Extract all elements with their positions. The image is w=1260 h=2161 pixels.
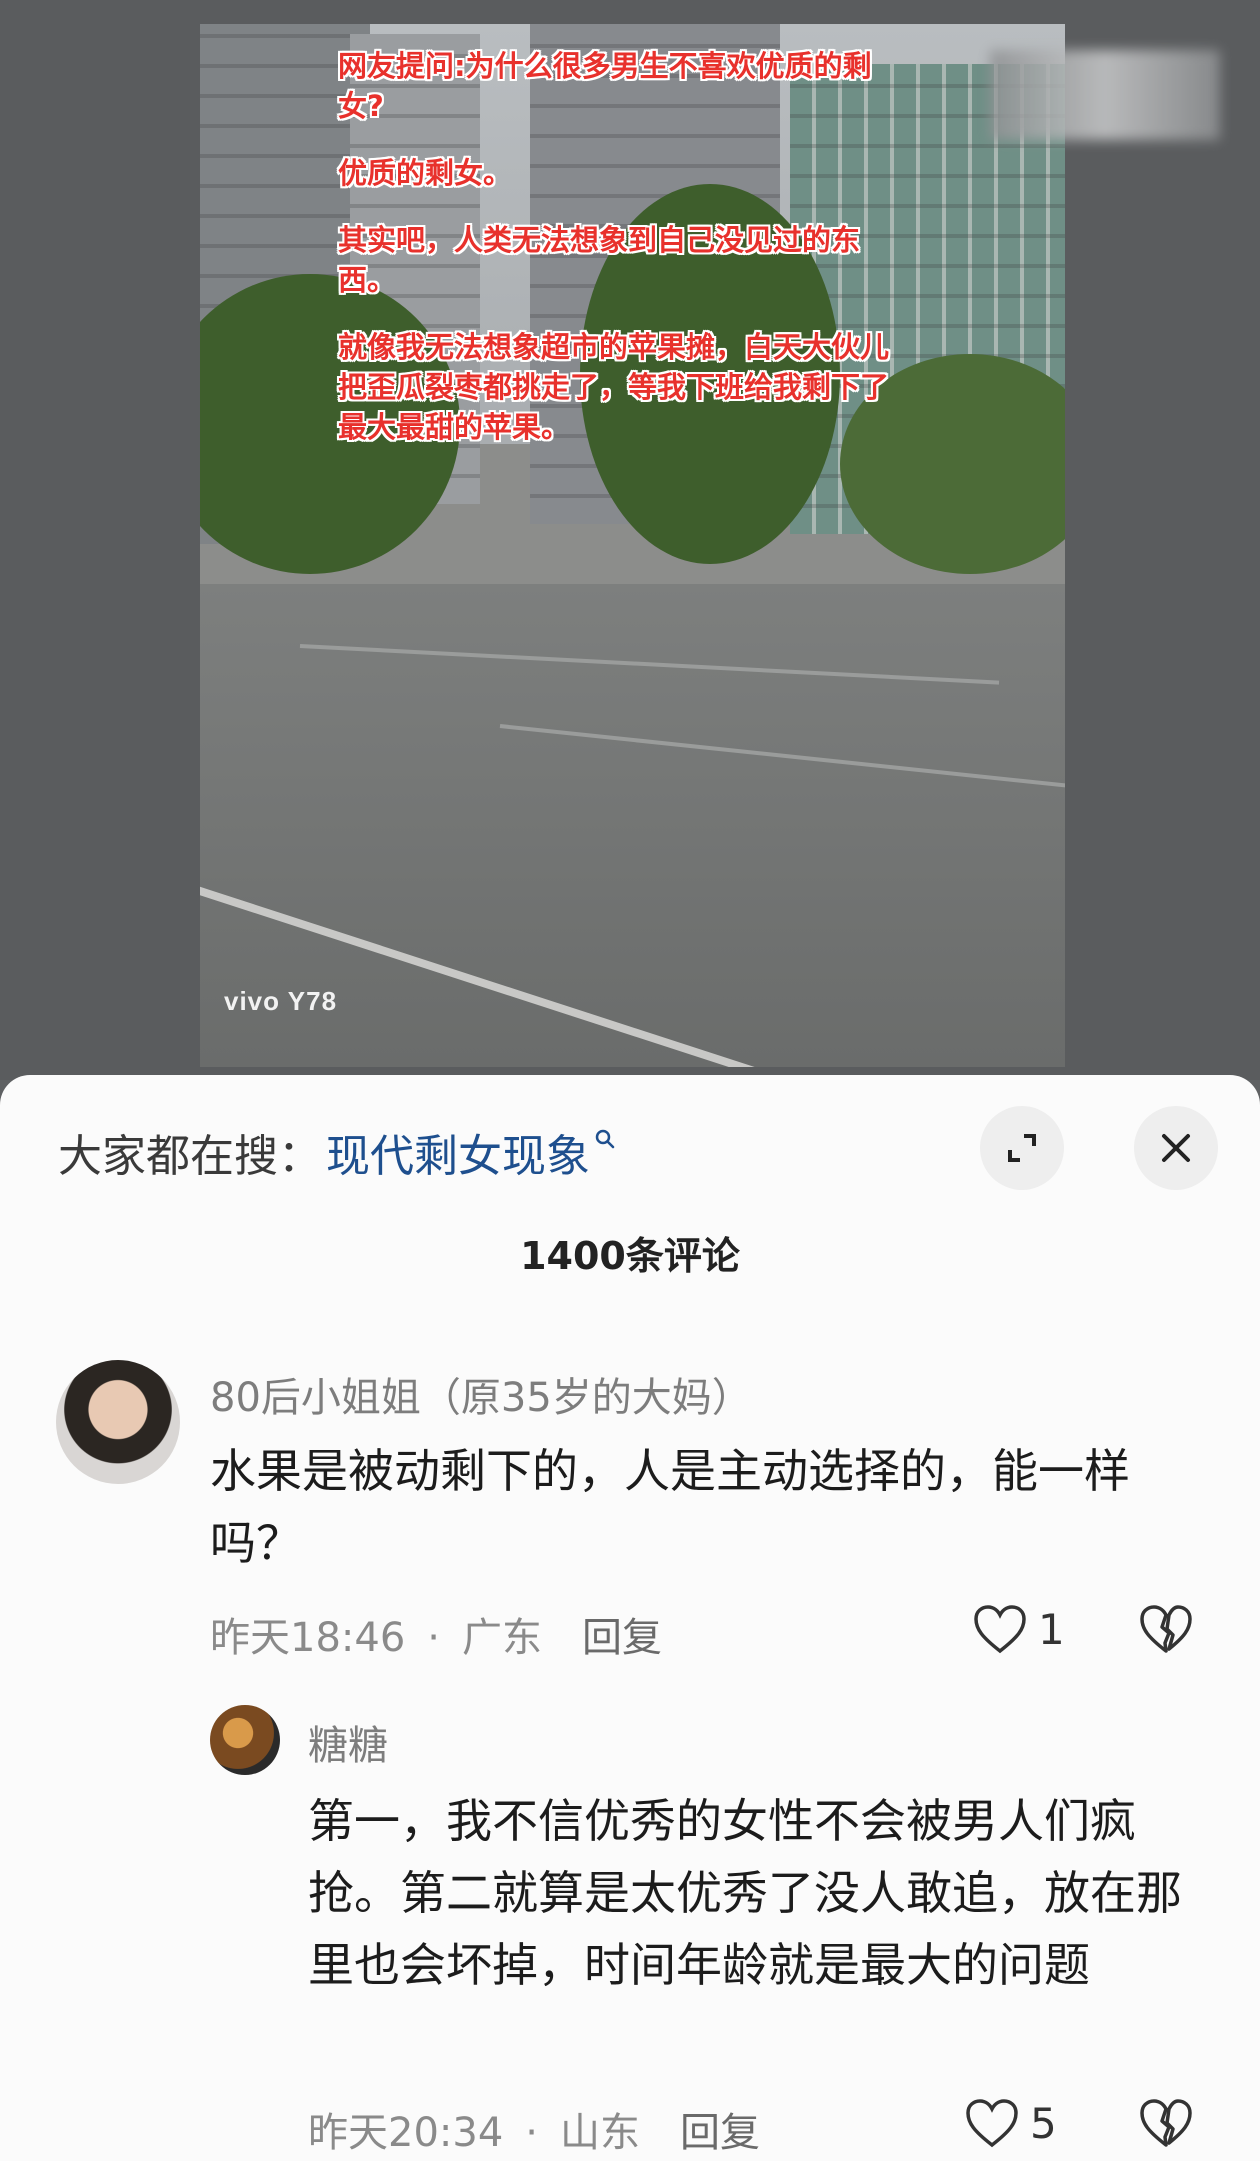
comment-author[interactable]: 80后小姐姐（原35岁的大妈） (210, 1365, 752, 1423)
heart-icon (974, 1605, 1026, 1654)
like-count: 1 (1038, 1604, 1065, 1654)
caption-line: 其实吧，人类无法想象到自己没见过的东西。 (338, 223, 861, 297)
expand-icon (1008, 1134, 1036, 1162)
heart-icon (966, 2099, 1018, 2148)
close-icon (1162, 1134, 1190, 1162)
comment-author[interactable]: 糖糖 (308, 1713, 388, 1771)
like-count: 5 (1030, 2098, 1057, 2148)
like-button[interactable]: 5 (964, 2097, 1057, 2149)
like-button[interactable]: 1 (972, 1603, 1065, 1655)
avatar[interactable] (210, 1705, 280, 1775)
comment-meta: 昨天18:46 · 广东 回复 (210, 1615, 662, 1661)
trending-search[interactable]: 大家都在搜： 现代剩女现象 (58, 1117, 616, 1187)
reply-button[interactable]: 回复 (680, 2110, 760, 2156)
dislike-button[interactable] (1138, 2097, 1194, 2153)
comment-text: 第一，我不信优秀的女性不会被男人们疯抢。第二就算是太优秀了没人敢追，放在那里也会… (308, 1794, 1182, 1992)
comment-meta: 昨天20:34 · 山东 回复 (308, 2110, 760, 2156)
caption-line: 优质的剩女。 (338, 156, 513, 190)
comment-time: 昨天20:34 (308, 2110, 504, 2156)
caption-line: 网友提问:为什么很多男生不喜欢优质的剩女? (338, 49, 872, 123)
avatar[interactable] (56, 1360, 180, 1484)
video-player[interactable]: 网友提问:为什么很多男生不喜欢优质的剩女? 优质的剩女。 其实吧，人类无法想象到… (0, 0, 1260, 1080)
caption-line: 就像我无法想象超市的苹果摊，白天大伙儿把歪瓜裂枣都挑走了，等我下班给我剩下了最大… (338, 330, 890, 444)
video-frame[interactable]: 网友提问:为什么很多男生不喜欢优质的剩女? 优质的剩女。 其实吧，人类无法想象到… (200, 24, 1065, 1067)
comment-location: 山东 (560, 2110, 640, 2156)
comment-count: 1400条评论 (520, 1234, 740, 1278)
search-icon (595, 1129, 615, 1149)
search-prefix: 大家都在搜： (58, 1131, 322, 1182)
video-caption: 网友提问:为什么很多男生不喜欢优质的剩女? 优质的剩女。 其实吧，人类无法想象到… (338, 46, 898, 474)
comment-time: 昨天18:46 (210, 1615, 406, 1661)
dislike-button[interactable] (1138, 1603, 1194, 1659)
search-term-link[interactable]: 现代剩女现象 (326, 1120, 590, 1184)
close-button[interactable] (1134, 1106, 1218, 1190)
comment-location: 广东 (462, 1615, 542, 1661)
camera-watermark: vivo Y78 (224, 986, 338, 1016)
expand-button[interactable] (980, 1106, 1064, 1190)
reply-button[interactable]: 回复 (582, 1615, 662, 1661)
broken-heart-icon (1140, 1605, 1192, 1653)
blurred-region (990, 50, 1220, 140)
comment-text: 水果是被动剩下的，人是主动选择的，能一样吗？ (210, 1444, 1130, 1570)
broken-heart-icon (1140, 2099, 1192, 2147)
comment-sheet: 大家都在搜： 现代剩女现象 1400条评论 80后小姐姐（原35岁的大妈） 水果… (0, 1075, 1260, 2161)
